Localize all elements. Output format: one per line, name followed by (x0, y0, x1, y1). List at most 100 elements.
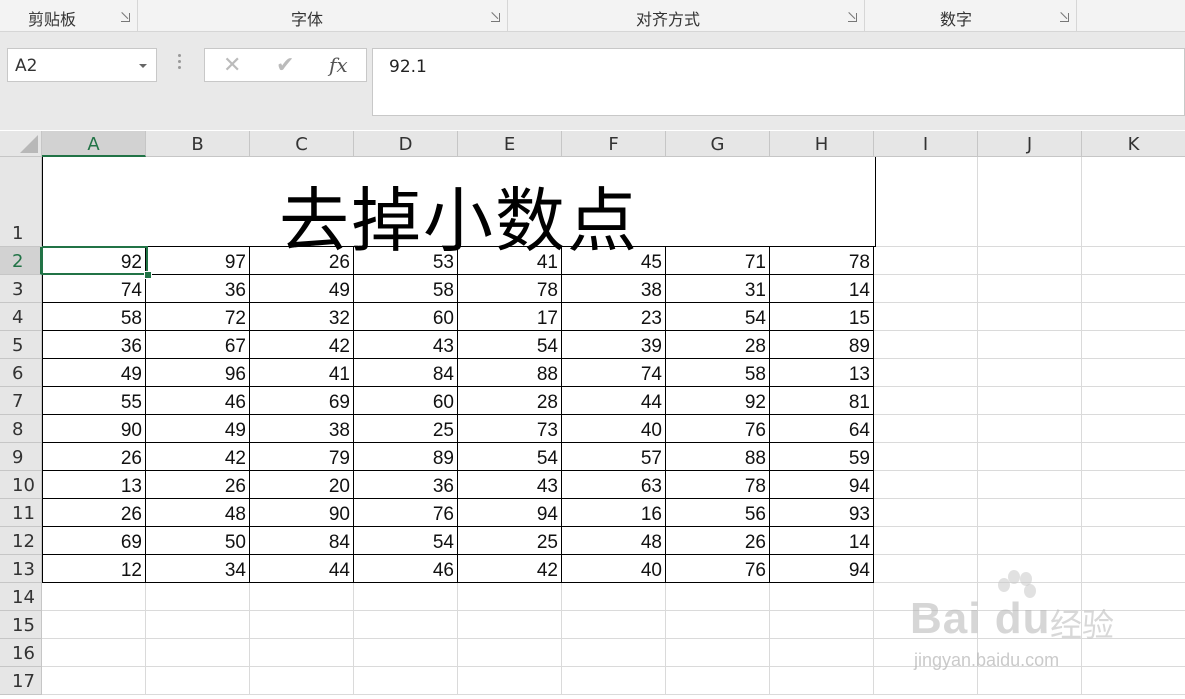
cell-i7[interactable] (874, 387, 978, 415)
cell-j17[interactable] (978, 667, 1082, 695)
cell-j6[interactable] (978, 359, 1082, 387)
cell-f6[interactable]: 74 (562, 359, 666, 387)
cell-j16[interactable] (978, 639, 1082, 667)
cell-j5[interactable] (978, 331, 1082, 359)
cell-b6[interactable]: 96 (146, 359, 250, 387)
column-header-f[interactable]: F (562, 131, 666, 157)
row-header-17[interactable]: 17 (0, 667, 42, 695)
cell-d15[interactable] (354, 611, 458, 639)
cell-i5[interactable] (874, 331, 978, 359)
cell-e11[interactable]: 94 (458, 499, 562, 527)
cell-b7[interactable]: 46 (146, 387, 250, 415)
cell-e8[interactable]: 73 (458, 415, 562, 443)
cell-g9[interactable]: 88 (666, 443, 770, 471)
cell-h10[interactable]: 94 (770, 471, 874, 499)
cell-g12[interactable]: 26 (666, 527, 770, 555)
cell-c6[interactable]: 41 (250, 359, 354, 387)
name-box[interactable]: A2 (7, 48, 157, 82)
cell-e4[interactable]: 17 (458, 303, 562, 331)
cell-k12[interactable] (1082, 527, 1185, 555)
cell-j11[interactable] (978, 499, 1082, 527)
cell-h17[interactable] (770, 667, 874, 695)
cell-d14[interactable] (354, 583, 458, 611)
cell-f8[interactable]: 40 (562, 415, 666, 443)
row-header-6[interactable]: 6 (0, 359, 42, 387)
cell-k16[interactable] (1082, 639, 1185, 667)
drag-handle-icon[interactable] (178, 54, 182, 74)
cell-h16[interactable] (770, 639, 874, 667)
cell-k5[interactable] (1082, 331, 1185, 359)
cell-e3[interactable]: 78 (458, 275, 562, 303)
cell-c10[interactable]: 20 (250, 471, 354, 499)
row-header-10[interactable]: 10 (0, 471, 42, 499)
cell-g6[interactable]: 58 (666, 359, 770, 387)
cell-f14[interactable] (562, 583, 666, 611)
cell-h8[interactable]: 64 (770, 415, 874, 443)
cell-a4[interactable]: 58 (42, 303, 146, 331)
formula-input[interactable]: 92.1 (372, 48, 1185, 116)
cell-e14[interactable] (458, 583, 562, 611)
cell-e13[interactable]: 42 (458, 555, 562, 583)
cell-k1[interactable] (1082, 157, 1185, 247)
cell-g11[interactable]: 56 (666, 499, 770, 527)
cell-i12[interactable] (874, 527, 978, 555)
cell-i2[interactable] (874, 247, 978, 275)
cell-k10[interactable] (1082, 471, 1185, 499)
cell-i15[interactable] (874, 611, 978, 639)
row-header-9[interactable]: 9 (0, 443, 42, 471)
cell-f16[interactable] (562, 639, 666, 667)
cell-f10[interactable]: 63 (562, 471, 666, 499)
cell-d4[interactable]: 60 (354, 303, 458, 331)
cell-f13[interactable]: 40 (562, 555, 666, 583)
cell-b13[interactable]: 34 (146, 555, 250, 583)
column-header-k[interactable]: K (1082, 131, 1185, 157)
cell-h15[interactable] (770, 611, 874, 639)
cell-d13[interactable]: 46 (354, 555, 458, 583)
cell-a5[interactable]: 36 (42, 331, 146, 359)
fill-handle[interactable] (144, 271, 152, 279)
cell-c8[interactable]: 38 (250, 415, 354, 443)
column-header-g[interactable]: G (666, 131, 770, 157)
column-header-e[interactable]: E (458, 131, 562, 157)
cell-i4[interactable] (874, 303, 978, 331)
worksheet-grid[interactable]: 92 97 26 53 41 45 71 78 74 36 49 58 78 38 31 14 58 72 32 60… (0, 131, 1185, 699)
column-header-h[interactable]: H (770, 131, 874, 157)
cell-e6[interactable]: 88 (458, 359, 562, 387)
cell-c5[interactable]: 42 (250, 331, 354, 359)
cancel-icon[interactable]: ✕ (223, 53, 241, 78)
row-header-8[interactable]: 8 (0, 415, 42, 443)
cell-h13[interactable]: 94 (770, 555, 874, 583)
cell-f15[interactable] (562, 611, 666, 639)
cell-i11[interactable] (874, 499, 978, 527)
cell-a15[interactable] (42, 611, 146, 639)
cell-e17[interactable] (458, 667, 562, 695)
cell-a7[interactable]: 55 (42, 387, 146, 415)
cell-j1[interactable] (978, 157, 1082, 247)
select-all-button[interactable] (0, 131, 42, 157)
cell-k11[interactable] (1082, 499, 1185, 527)
cell-k6[interactable] (1082, 359, 1185, 387)
cell-e5[interactable]: 54 (458, 331, 562, 359)
column-header-j[interactable]: J (978, 131, 1082, 157)
cell-a16[interactable] (42, 639, 146, 667)
column-header-b[interactable]: B (146, 131, 250, 157)
cell-a6[interactable]: 49 (42, 359, 146, 387)
cell-c9[interactable]: 79 (250, 443, 354, 471)
insert-function-icon[interactable]: fx (329, 53, 348, 77)
cell-i16[interactable] (874, 639, 978, 667)
cell-c4[interactable]: 32 (250, 303, 354, 331)
cell-a14[interactable] (42, 583, 146, 611)
cell-c14[interactable] (250, 583, 354, 611)
cell-c7[interactable]: 69 (250, 387, 354, 415)
cell-g4[interactable]: 54 (666, 303, 770, 331)
cell-d12[interactable]: 54 (354, 527, 458, 555)
cell-j7[interactable] (978, 387, 1082, 415)
cell-b4[interactable]: 72 (146, 303, 250, 331)
cell-b9[interactable]: 42 (146, 443, 250, 471)
dialog-launcher-icon[interactable] (848, 13, 857, 22)
cell-b3[interactable]: 36 (146, 275, 250, 303)
cell-d11[interactable]: 76 (354, 499, 458, 527)
row-header-3[interactable]: 3 (0, 275, 42, 303)
cell-f12[interactable]: 48 (562, 527, 666, 555)
cell-a10[interactable]: 13 (42, 471, 146, 499)
